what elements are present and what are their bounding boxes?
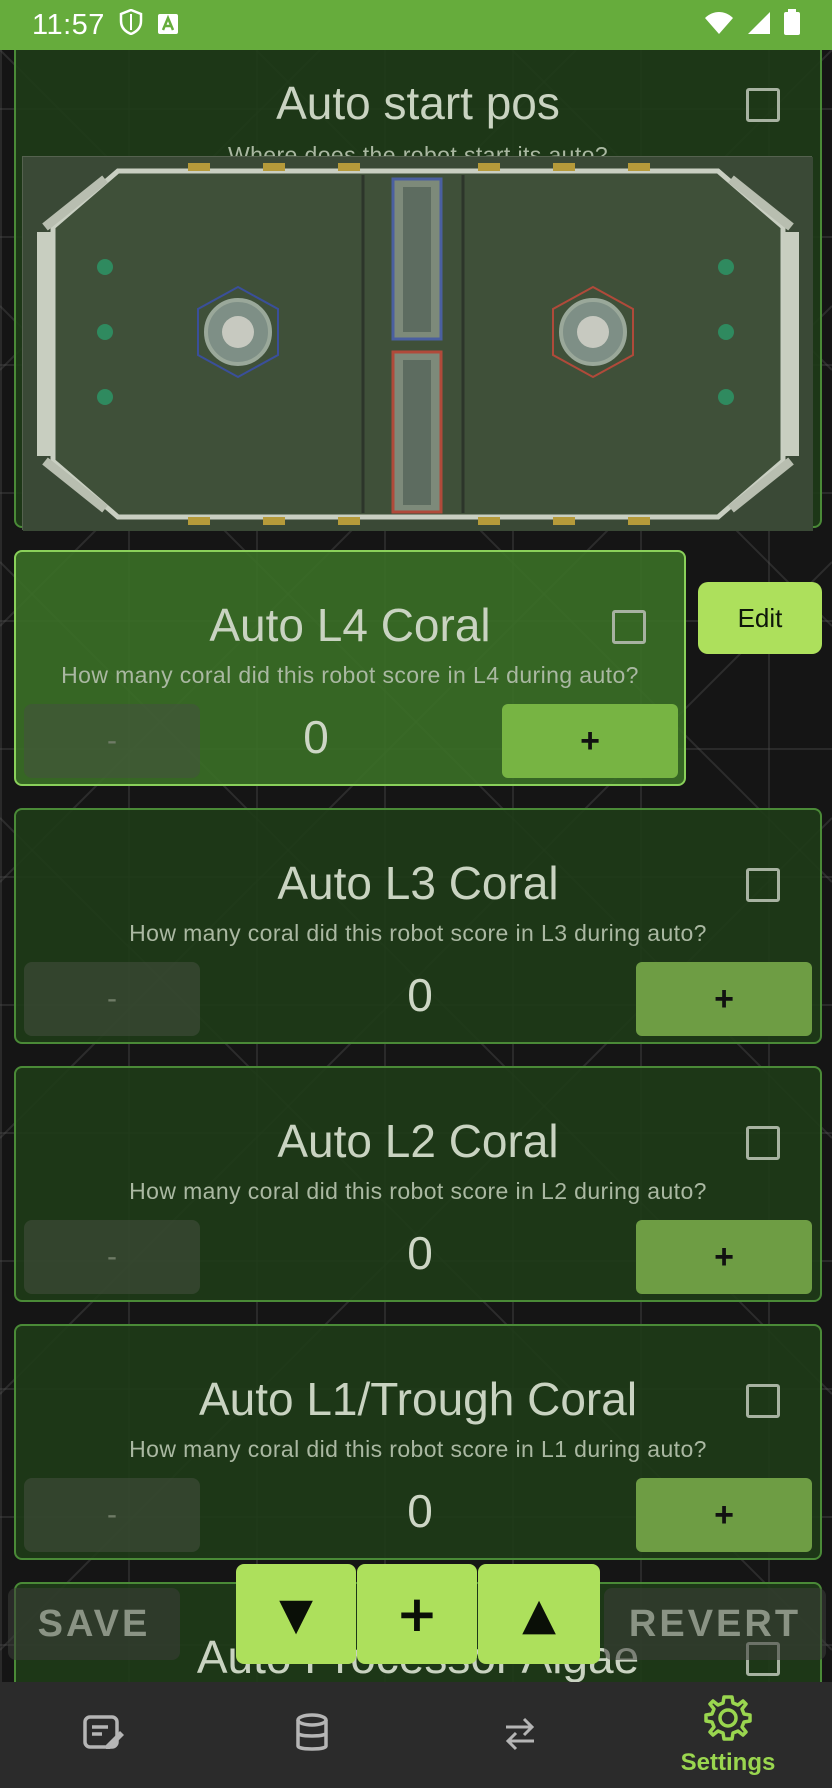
increment-button[interactable]: + xyxy=(636,1478,812,1552)
decrement-button[interactable]: - xyxy=(24,704,200,778)
revert-button[interactable]: REVERT xyxy=(604,1588,826,1660)
counter-value: 0 xyxy=(407,1485,433,1537)
status-time: 11:57 xyxy=(32,8,105,41)
status-bar: 11:57 xyxy=(0,0,832,50)
card-title: Auto L3 Coral xyxy=(277,857,559,909)
field-map-drawing xyxy=(23,157,813,531)
counter-card-auto-l3-coral: Auto L3 Coral How many coral did this ro… xyxy=(14,808,822,1044)
bottom-navigation: Settings xyxy=(0,1682,832,1788)
nav-item-settings[interactable]: Settings xyxy=(624,1682,832,1788)
card-subtitle: How many coral did this robot score in L… xyxy=(129,920,707,946)
edit-button[interactable]: Edit xyxy=(698,582,822,654)
counter-value: 0 xyxy=(407,1227,433,1279)
counter-card-auto-l1-trough-coral: Auto L1/Trough Coral How many coral did … xyxy=(14,1324,822,1560)
card-title: Auto L1/Trough Coral xyxy=(198,1373,638,1425)
move-up-button[interactable]: ▲ xyxy=(478,1564,600,1664)
card-subtitle: How many coral did this robot score in L… xyxy=(129,1436,707,1462)
add-field-button[interactable]: + xyxy=(357,1564,477,1664)
move-down-button[interactable]: ▼ xyxy=(236,1564,356,1664)
battery-icon xyxy=(784,8,800,42)
nav-item-sync[interactable] xyxy=(416,1682,624,1788)
shield-icon xyxy=(119,8,143,42)
counter-checkbox[interactable] xyxy=(746,1126,780,1160)
auto-start-pos-checkbox[interactable] xyxy=(746,88,780,122)
card-subtitle: How many coral did this robot score in L… xyxy=(61,662,639,688)
edit-note-icon xyxy=(82,1713,126,1757)
decrement-button[interactable]: - xyxy=(24,1220,200,1294)
signal-icon xyxy=(746,9,772,42)
nav-item-data[interactable] xyxy=(208,1682,416,1788)
counter-value: 0 xyxy=(303,711,329,763)
field-map-image[interactable] xyxy=(22,156,813,531)
card-title: Auto L4 Coral xyxy=(209,599,491,651)
counter-card-auto-l4-coral: Auto L4 Coral How many coral did this ro… xyxy=(14,550,686,786)
increment-button[interactable]: + xyxy=(636,962,812,1036)
font-a-icon xyxy=(157,9,179,42)
card-subtitle: How many coral did this robot score in L… xyxy=(129,1178,707,1204)
save-button[interactable]: SAVE xyxy=(8,1588,180,1660)
increment-button[interactable]: + xyxy=(636,1220,812,1294)
nav-item-scout[interactable] xyxy=(0,1682,208,1788)
form-scroll-area[interactable]: Auto start pos Where does the robot star… xyxy=(0,50,832,1682)
counter-card-auto-l2-coral: Auto L2 Coral How many coral did this ro… xyxy=(14,1066,822,1302)
decrement-button[interactable]: - xyxy=(24,962,200,1036)
card-title: Auto start pos xyxy=(276,77,560,129)
wifi-icon xyxy=(704,9,734,42)
database-icon xyxy=(295,1713,329,1757)
gear-icon xyxy=(703,1693,753,1747)
sync-arrows-icon xyxy=(502,1715,538,1755)
counter-checkbox[interactable] xyxy=(612,610,646,644)
card-title: Auto L2 Coral xyxy=(277,1115,559,1167)
increment-button[interactable]: + xyxy=(502,704,678,778)
counter-checkbox[interactable] xyxy=(746,868,780,902)
counter-checkbox[interactable] xyxy=(746,1384,780,1418)
nav-label-settings: Settings xyxy=(680,1749,776,1776)
decrement-button[interactable]: - xyxy=(24,1478,200,1552)
counter-value: 0 xyxy=(407,969,433,1021)
